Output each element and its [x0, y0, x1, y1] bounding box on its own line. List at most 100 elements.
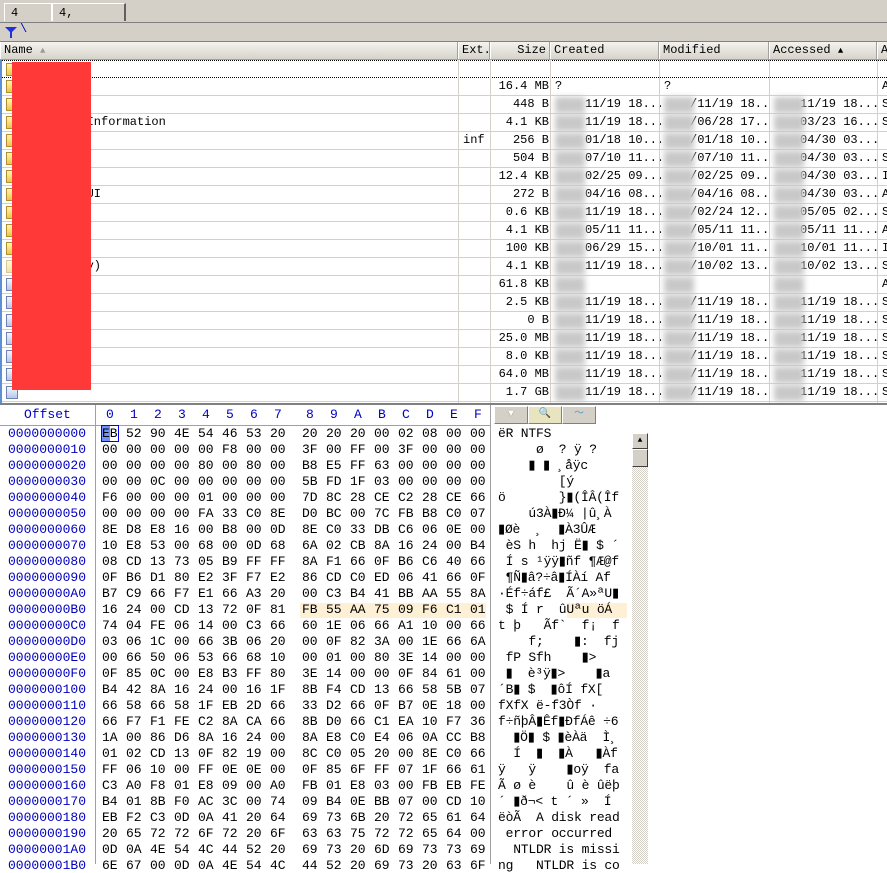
hex-byte[interactable]: 00 — [246, 490, 262, 505]
hex-byte[interactable]: 0D — [270, 522, 286, 537]
hex-byte[interactable]: 00 — [222, 618, 238, 633]
hex-byte[interactable]: 4E — [222, 858, 238, 873]
hex-byte[interactable]: 4E — [150, 842, 166, 857]
hex-byte[interactable]: 00 — [270, 730, 286, 745]
ascii-row[interactable]: ·Éf÷áf£ Ã´A»ªU▮ — [498, 586, 619, 601]
hex-byte[interactable]: 74 — [102, 618, 118, 633]
hex-byte[interactable]: 00 — [174, 474, 190, 489]
hex-byte[interactable]: 0F — [102, 666, 118, 681]
hex-byte[interactable]: 63 — [374, 458, 390, 473]
hex-byte[interactable]: 00 — [446, 442, 462, 457]
hex-byte[interactable]: 00 — [150, 602, 166, 617]
hex-byte[interactable]: C0 — [350, 730, 366, 745]
hex-byte[interactable]: E2 — [270, 570, 286, 585]
hex-byte[interactable]: 7D — [302, 490, 318, 505]
hex-byte[interactable]: C9 — [126, 586, 142, 601]
hex-byte[interactable]: 80 — [374, 650, 390, 665]
hex-byte[interactable]: 00 — [446, 426, 462, 441]
hex-byte[interactable]: 41 — [222, 810, 238, 825]
hex-byte[interactable]: E8 — [350, 778, 366, 793]
hex-byte[interactable]: FF — [374, 762, 390, 777]
hex-byte[interactable]: 66 — [150, 698, 166, 713]
hex-byte[interactable]: 3F — [398, 442, 414, 457]
search-button[interactable]: 🔍 — [528, 406, 562, 424]
hex-byte[interactable]: C0 — [246, 506, 262, 521]
hex-byte[interactable]: 72 — [374, 826, 390, 841]
hex-byte[interactable]: 24 — [198, 682, 214, 697]
hex-byte[interactable]: 00 — [198, 474, 214, 489]
table-row[interactable]: 0 B11/19 18.../11/19 18...11/19 18...S — [2, 312, 887, 330]
hex-byte[interactable]: 84 — [422, 666, 438, 681]
hex-byte[interactable]: 00 — [222, 490, 238, 505]
hex-byte[interactable]: 69 — [470, 842, 486, 857]
hex-byte[interactable]: C6 — [422, 554, 438, 569]
hex-byte[interactable]: 63 — [326, 826, 342, 841]
hex-byte[interactable]: 1E — [422, 634, 438, 649]
hex-byte[interactable]: B4 — [326, 794, 342, 809]
hex-byte[interactable]: 8E — [422, 746, 438, 761]
ascii-row[interactable]: Í ▮ ▮À ▮Àf — [498, 746, 618, 761]
hex-byte[interactable]: 69 — [302, 842, 318, 857]
hex-byte[interactable]: 0E — [350, 794, 366, 809]
hex-byte[interactable]: 8B — [150, 794, 166, 809]
hex-byte[interactable]: 10 — [422, 618, 438, 633]
hex-byte[interactable]: EA — [398, 714, 414, 729]
hex-byte[interactable]: 72 — [174, 826, 190, 841]
hex-byte[interactable]: B4 — [350, 586, 366, 601]
hex-byte[interactable]: 80 — [198, 458, 214, 473]
hex-byte[interactable]: C3 — [326, 586, 342, 601]
hex-byte[interactable]: 33 — [302, 698, 318, 713]
hex-byte[interactable]: 1F — [270, 682, 286, 697]
hex-byte[interactable]: FE — [174, 714, 190, 729]
hex-byte[interactable]: 8A — [470, 586, 486, 601]
hex-byte[interactable]: 65 — [422, 826, 438, 841]
hex-byte[interactable]: 00 — [222, 458, 238, 473]
hex-byte[interactable]: E8 — [198, 778, 214, 793]
hex-byte[interactable]: 00 — [102, 458, 118, 473]
hex-byte[interactable]: 0F — [302, 762, 318, 777]
hex-byte[interactable]: 00 — [222, 474, 238, 489]
hex-byte[interactable]: E8 — [198, 666, 214, 681]
hex-byte[interactable]: 66 — [270, 618, 286, 633]
hex-byte[interactable]: EB — [222, 698, 238, 713]
hex-byte[interactable]: 13 — [198, 602, 214, 617]
hex-byte[interactable]: 07 — [470, 682, 486, 697]
hex-byte[interactable]: 66 — [222, 586, 238, 601]
hex-byte[interactable]: 58 — [126, 698, 142, 713]
hex-byte[interactable]: 16 — [102, 602, 118, 617]
hex-byte[interactable]: 6F — [198, 826, 214, 841]
hex-byte[interactable]: 73 — [446, 842, 462, 857]
hex-byte[interactable]: 00 — [126, 730, 142, 745]
hex-byte[interactable]: 00 — [398, 746, 414, 761]
hex-byte[interactable]: 00 — [102, 442, 118, 457]
hex-byte[interactable]: 8C — [302, 746, 318, 761]
hex-byte[interactable]: 06 — [350, 618, 366, 633]
hex-byte[interactable]: 00 — [470, 442, 486, 457]
hex-byte[interactable]: 80 — [270, 666, 286, 681]
hex-byte[interactable]: 01 — [198, 490, 214, 505]
hex-byte[interactable]: 1A — [102, 730, 118, 745]
hex-byte[interactable]: 6A — [470, 634, 486, 649]
ascii-row[interactable]: f÷ñþÂ▮Êf▮ÐfÁê ÷6 — [498, 714, 619, 729]
hex-byte[interactable]: 03 — [374, 778, 390, 793]
column-created[interactable]: Created — [550, 42, 659, 59]
column-name[interactable]: Name ▲ — [0, 42, 458, 59]
hex-byte[interactable]: 13 — [174, 746, 190, 761]
hex-byte[interactable]: 06 — [246, 634, 262, 649]
hex-byte[interactable]: 66 — [470, 618, 486, 633]
hex-byte[interactable]: 00 — [246, 474, 262, 489]
tab-disk-4[interactable]: 4 — [4, 3, 52, 21]
hex-byte[interactable]: 28 — [350, 490, 366, 505]
hex-byte[interactable]: 73 — [326, 842, 342, 857]
hex-byte[interactable]: C0 — [350, 570, 366, 585]
hex-byte[interactable]: 00 — [470, 698, 486, 713]
hex-byte[interactable]: 00 — [246, 442, 262, 457]
hex-byte[interactable]: FF — [350, 442, 366, 457]
table-row[interactable]: 448 B11/19 18.../11/19 18...11/19 18...S — [2, 96, 887, 114]
hex-byte[interactable]: B9 — [222, 554, 238, 569]
hex-byte[interactable]: A0 — [270, 778, 286, 793]
hex-byte[interactable]: 52 — [326, 858, 342, 873]
ascii-row[interactable]: ëòÃ A disk read — [498, 810, 620, 825]
hex-byte[interactable]: 8A — [198, 730, 214, 745]
ascii-row[interactable]: ¶Ñ▮â?÷â▮ÍÀí Af — [498, 570, 618, 585]
